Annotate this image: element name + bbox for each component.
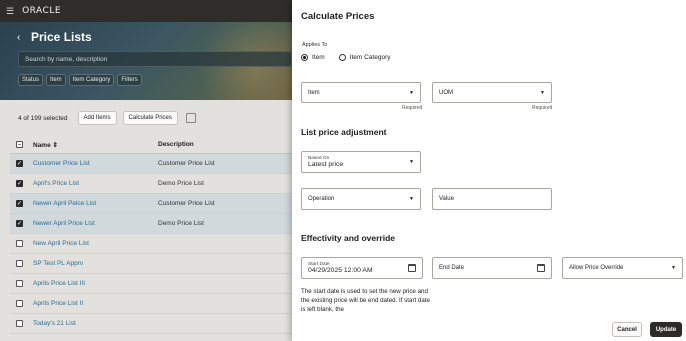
effectivity-override-heading: Effectivity and override (301, 233, 396, 243)
list-toolbar: 4 of 199 selected Add Items Calculate Pr… (18, 111, 196, 125)
row-name-link[interactable]: April's Price List (33, 180, 158, 187)
select-all-checkbox[interactable]: – (16, 141, 23, 148)
selection-count: 4 of 199 selected (18, 114, 68, 122)
row-name-link[interactable]: New April Price List (33, 240, 158, 247)
add-items-button[interactable]: Add Items (77, 111, 117, 125)
table-row[interactable]: ✓ Newer April Price List Demo Price List (10, 214, 292, 234)
radio-item-category[interactable] (338, 54, 346, 61)
cancel-button[interactable]: Cancel (612, 322, 642, 337)
value-placeholder: Value (439, 196, 454, 202)
chevron-down-icon: ▼ (409, 89, 414, 96)
column-header-description[interactable]: Description (158, 141, 194, 148)
row-name-link[interactable]: Customer Price List (33, 160, 158, 167)
calendar-icon[interactable] (537, 264, 545, 272)
row-description: Customer Price List (158, 200, 215, 207)
value-input[interactable]: Value (432, 188, 552, 210)
back-icon[interactable]: ‹ (17, 32, 20, 43)
app-header: ☰ ORACLE (0, 0, 292, 22)
allow-price-override-placeholder: Allow Price Override (569, 265, 624, 271)
item-select-placeholder: Item (308, 89, 320, 96)
row-checkbox[interactable] (16, 300, 23, 307)
calculate-prices-drawer: Calculate Prices Applies To Item Item Ca… (292, 0, 686, 341)
drawer-title: Calculate Prices (301, 11, 375, 22)
page-hero: ‹ Price Lists Search by name, descriptio… (0, 22, 292, 100)
row-description: Demo Price List (158, 180, 204, 187)
row-description: Customer Price List (158, 160, 215, 167)
table-header: – Name ⇕ Description (10, 136, 292, 154)
item-select[interactable]: Item ▼ (301, 82, 421, 103)
based-on-select[interactable]: Based On Latest price ▼ (301, 151, 421, 173)
radio-item-label[interactable]: Item (312, 54, 325, 61)
filter-chip-item[interactable]: Item (46, 74, 66, 86)
uom-select[interactable]: UOM ▼ (432, 82, 552, 103)
row-checkbox[interactable] (16, 320, 23, 327)
radio-item[interactable] (301, 54, 308, 61)
table-row[interactable]: Aprils Price List III (10, 274, 292, 294)
table-row[interactable]: SP Test PL Apprv (10, 254, 292, 274)
based-on-value: Latest price (308, 161, 344, 168)
item-required-text: Required (402, 105, 423, 111)
filter-chip-status[interactable]: Status (18, 74, 44, 86)
filter-chips: Status Item Item Category Filters (18, 74, 142, 86)
row-checkbox[interactable]: ✓ (16, 200, 23, 207)
chevron-down-icon: ▼ (409, 196, 414, 202)
applies-to-label: Applies To (302, 42, 328, 48)
row-checkbox[interactable]: ✓ (16, 160, 23, 167)
row-checkbox[interactable]: ✓ (16, 180, 23, 187)
operation-placeholder: Operation (308, 196, 335, 202)
row-name-link[interactable]: Newer April Peice List (33, 200, 158, 207)
table-row[interactable]: New April Price List (10, 234, 292, 254)
start-date-help-text: The start date is used to set the new pr… (301, 288, 430, 313)
calendar-icon[interactable] (408, 264, 416, 272)
filter-chip-filters[interactable]: Filters (117, 74, 142, 86)
row-checkbox[interactable]: ✓ (16, 220, 23, 227)
uom-select-placeholder: UOM (439, 89, 453, 96)
row-name-link[interactable]: Aprils Price List III (33, 280, 158, 287)
search-input[interactable]: Search by name, description (18, 51, 292, 67)
start-date-field[interactable]: Start Date 04/29/2025 12:00 AM (301, 257, 423, 279)
row-name-link[interactable]: Newer April Price List (33, 220, 158, 227)
row-checkbox[interactable] (16, 240, 23, 247)
row-checkbox[interactable] (16, 280, 23, 287)
table-row[interactable]: ✓ Customer Price List Customer Price Lis… (10, 154, 292, 174)
chevron-down-icon: ▼ (540, 89, 545, 96)
price-list-table: – Name ⇕ Description ✓ Customer Price Li… (10, 136, 292, 334)
filter-chip-item-category[interactable]: Item Category (68, 74, 115, 86)
column-header-name[interactable]: Name ⇕ (33, 141, 158, 149)
calculate-prices-button[interactable]: Calculate Prices (122, 111, 178, 125)
uom-required-text: Required (532, 105, 553, 111)
update-button[interactable]: Update (650, 322, 682, 337)
radio-item-category-label[interactable]: Item Category (350, 54, 391, 61)
list-price-adjustment-heading: List price adjustment (301, 127, 387, 137)
end-date-field[interactable]: End Date (432, 257, 552, 279)
chevron-down-icon: ▼ (409, 159, 414, 165)
chevron-down-icon: ▼ (671, 265, 676, 271)
end-date-placeholder: End Date (439, 265, 465, 271)
row-name-link[interactable]: SP Test PL Apprv (33, 260, 158, 267)
row-name-link[interactable]: Today's 21 List (33, 320, 158, 327)
oracle-logo: ORACLE (22, 6, 62, 16)
table-row[interactable]: Aprils Price List II (10, 294, 292, 314)
row-name-link[interactable]: Aprils Price List II (33, 300, 158, 307)
table-row[interactable]: Today's 21 List (10, 314, 292, 334)
hamburger-icon[interactable]: ☰ (6, 6, 14, 17)
applies-to-radio-group: Item Item Category (301, 54, 390, 61)
trash-icon[interactable] (185, 113, 196, 123)
start-date-value: 04/29/2025 12:00 AM (308, 267, 373, 274)
operation-select[interactable]: Operation ▼ (301, 188, 421, 210)
page-title: Price Lists (31, 30, 92, 44)
table-row[interactable]: ✓ April's Price List Demo Price List (10, 174, 292, 194)
table-row[interactable]: ✓ Newer April Peice List Customer Price … (10, 194, 292, 214)
allow-price-override-select[interactable]: Allow Price Override ▼ (562, 257, 683, 279)
row-checkbox[interactable] (16, 260, 23, 267)
row-description: Demo Price List (158, 220, 204, 227)
